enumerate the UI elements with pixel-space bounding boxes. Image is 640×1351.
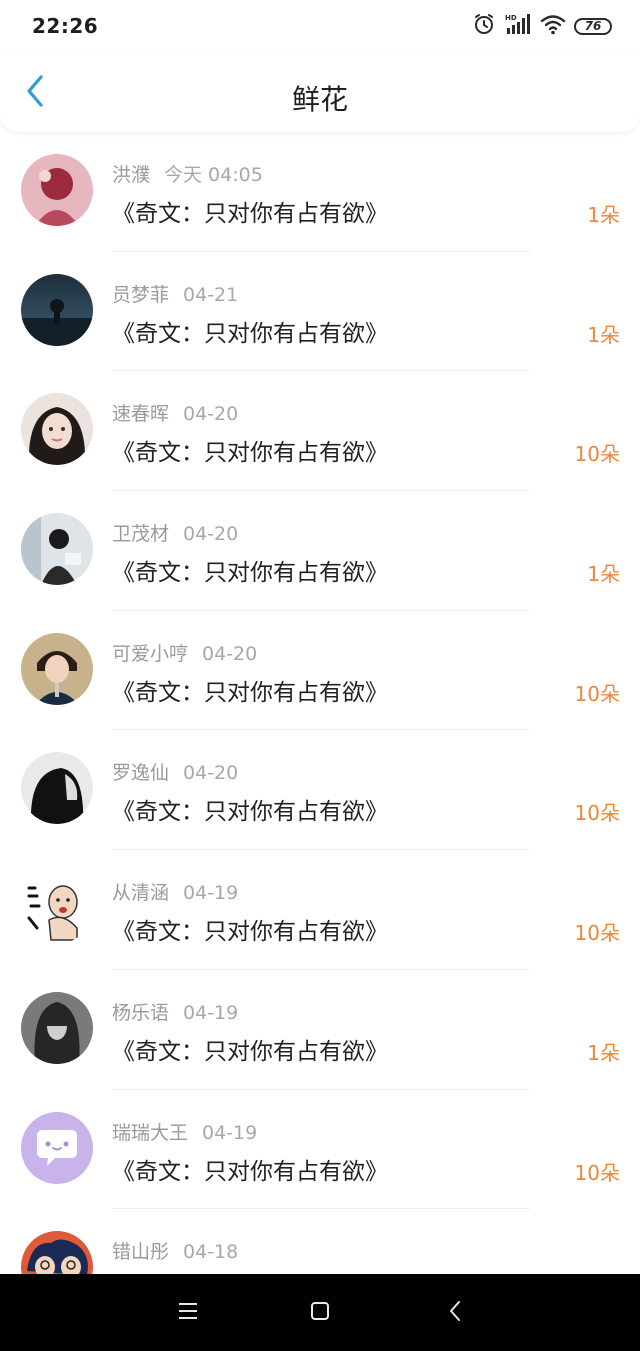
flower-count: 1朵 xyxy=(587,203,620,227)
user-name: 杨乐语 xyxy=(112,1001,170,1024)
top-bar: 鲜花 xyxy=(0,52,640,132)
flower-count: 1朵 xyxy=(587,322,620,347)
user-name: 错山彤 xyxy=(112,1241,170,1264)
avatar[interactable] xyxy=(21,1231,93,1274)
book-title: 《奇文：只对你有占有欲》 xyxy=(112,320,388,347)
record-date: 04-19 xyxy=(202,1121,258,1144)
user-name: 罗逸仙 xyxy=(112,762,170,785)
user-name: 员梦菲 xyxy=(112,283,170,306)
user-name: 洪濮 xyxy=(112,164,151,186)
avatar[interactable] xyxy=(21,154,93,226)
flower-record-list[interactable]: 洪濮 今天 04:05 《奇文：只对你有占有欲》 1朵 员梦菲 04-21 《奇… xyxy=(0,132,640,1274)
list-item[interactable]: 速春晖 04-20 《奇文：只对你有占有欲》 10朵 xyxy=(0,371,640,492)
user-name: 速春晖 xyxy=(112,403,170,426)
status-icons: HD 76 xyxy=(472,14,612,38)
user-name: 从清涵 xyxy=(112,882,170,905)
alarm-icon xyxy=(472,12,496,40)
flower-count: 10朵 xyxy=(574,1160,620,1185)
record-date: 04-19 xyxy=(183,1001,239,1024)
list-item[interactable]: 罗逸仙 04-20 《奇文：只对你有占有欲》 10朵 xyxy=(0,730,640,851)
list-item[interactable]: 瑞瑞大王 04-19 《奇文：只对你有占有欲》 10朵 xyxy=(0,1090,640,1210)
book-title: 《奇文：只对你有占有欲》 xyxy=(112,679,388,706)
list-item[interactable]: 可爱小哼 04-20 《奇文：只对你有占有欲》 10朵 xyxy=(0,611,640,731)
menu-icon xyxy=(177,1301,199,1325)
page-title: 鲜花 xyxy=(291,83,348,116)
book-title: 《奇文：只对你有占有欲》 xyxy=(112,1038,388,1065)
record-date: 04-20 xyxy=(202,642,258,665)
avatar[interactable] xyxy=(21,1111,93,1184)
record-date: 今天 04:05 xyxy=(164,164,263,186)
flower-count: 10朵 xyxy=(574,921,620,946)
wifi-icon xyxy=(540,12,566,40)
book-title: 《奇文：只对你有占有欲》 xyxy=(112,919,388,946)
list-item[interactable]: 员梦菲 04-21 《奇文：只对你有占有欲》 1朵 xyxy=(0,252,640,372)
flower-count: 1朵 xyxy=(587,1040,620,1065)
menu-button[interactable] xyxy=(173,1298,203,1328)
avatar[interactable] xyxy=(21,872,93,945)
avatar[interactable] xyxy=(21,632,93,705)
list-item[interactable]: 从清涵 04-19 《奇文：只对你有占有欲》 10朵 xyxy=(0,850,640,970)
user-name: 卫茂材 xyxy=(112,523,170,546)
record-date: 04-20 xyxy=(183,523,239,546)
list-item[interactable]: 洪濮 今天 04:05 《奇文：只对你有占有欲》 1朵 xyxy=(0,132,640,252)
record-date: 04-21 xyxy=(183,283,239,306)
book-title: 《奇文：只对你有占有欲》 xyxy=(112,560,388,587)
record-date: 04-19 xyxy=(183,882,239,905)
hd-signal-icon: HD xyxy=(504,12,532,40)
avatar[interactable] xyxy=(21,273,93,346)
list-item[interactable]: 杨乐语 04-19 《奇文：只对你有占有欲》 1朵 xyxy=(0,970,640,1090)
flower-count: 10朵 xyxy=(574,442,620,467)
book-title: 《奇文：只对你有占有欲》 xyxy=(112,1158,388,1185)
system-back-button[interactable] xyxy=(440,1298,470,1328)
status-time: 22:26 xyxy=(32,14,99,38)
flower-count: 10朵 xyxy=(574,801,620,826)
svg-text:HD: HD xyxy=(505,14,517,22)
back-triangle-icon xyxy=(446,1299,464,1327)
system-nav-bar xyxy=(0,1274,640,1351)
book-title: 《奇文：只对你有占有欲》 xyxy=(112,440,388,467)
user-name: 可爱小哼 xyxy=(112,642,189,665)
record-date: 04-20 xyxy=(183,762,239,785)
flower-count: 1朵 xyxy=(587,562,620,587)
book-title: 《奇文：只对你有占有欲》 xyxy=(112,201,388,227)
book-title: 《奇文：只对你有占有欲》 xyxy=(112,799,388,826)
avatar[interactable] xyxy=(21,513,93,586)
status-bar: 22:26 HD 76 xyxy=(0,0,640,52)
record-date: 04-20 xyxy=(183,403,239,426)
avatar[interactable] xyxy=(21,752,93,825)
list-item[interactable]: 错山彤 04-18 xyxy=(0,1209,640,1274)
avatar[interactable] xyxy=(21,393,93,466)
user-name: 瑞瑞大王 xyxy=(112,1121,189,1144)
flower-count: 10朵 xyxy=(574,681,620,706)
home-button[interactable] xyxy=(305,1298,335,1328)
battery-icon: 76 xyxy=(574,17,612,35)
record-date: 04-18 xyxy=(183,1241,239,1264)
home-square-icon xyxy=(309,1300,331,1326)
list-item[interactable]: 卫茂材 04-20 《奇文：只对你有占有欲》 1朵 xyxy=(0,491,640,611)
avatar[interactable] xyxy=(21,991,93,1064)
